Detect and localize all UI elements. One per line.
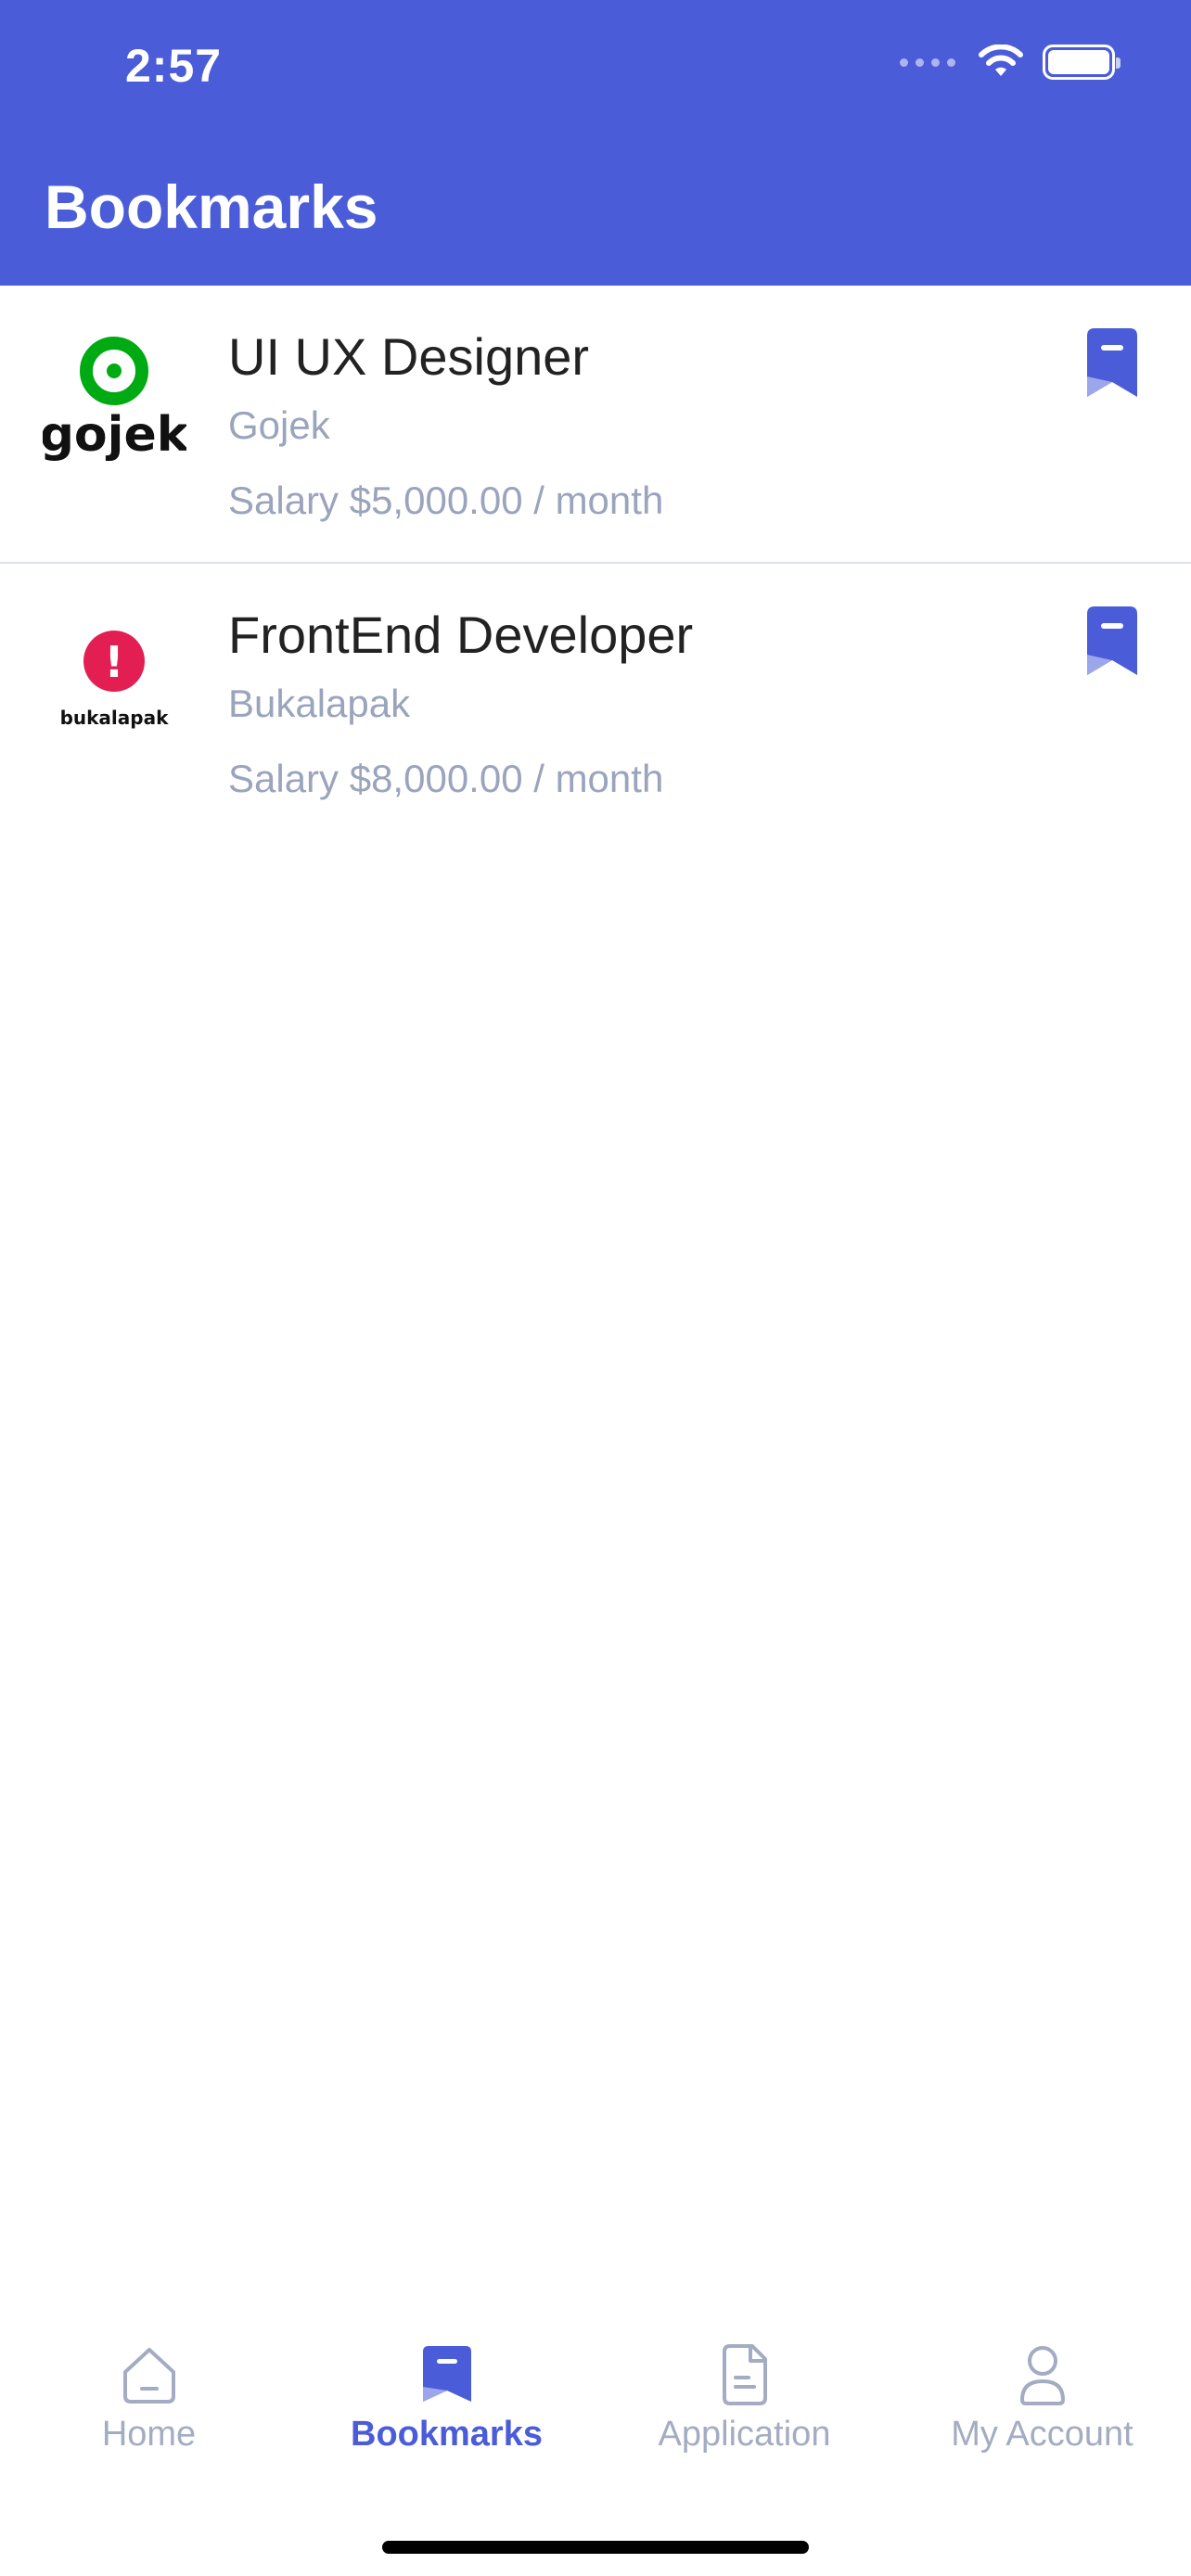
cellular-signal-icon (900, 57, 955, 67)
tab-home[interactable]: Home (1, 2318, 298, 2504)
list-item[interactable]: ! bukalapak FrontEnd Developer Bukalapak… (0, 564, 1191, 842)
svg-text:bukalapak: bukalapak (60, 707, 170, 729)
bookmark-icon (422, 2346, 471, 2402)
battery-icon (1043, 45, 1121, 80)
bottom-tab-bar: Home Bookmarks Application My Account (0, 2318, 1191, 2504)
job-title: UI UX Designer (228, 327, 590, 386)
home-icon (122, 2348, 175, 2404)
job-title: FrontEnd Developer (228, 606, 694, 664)
salary-text: Salary $8,000.00 / month (228, 757, 664, 800)
status-time: 2:57 (125, 40, 223, 92)
wifi-icon (979, 45, 1023, 76)
bukalapak-logo: ! bukalapak (60, 631, 170, 729)
bookmark-list: gojek UI UX Designer Gojek Salary $5,000… (0, 286, 1191, 842)
app-header: 2:57 Bookmarks (0, 0, 1191, 286)
page-title: Bookmarks (45, 172, 378, 241)
salary-text: Salary $5,000.00 / month (228, 478, 664, 522)
svg-text:!: ! (105, 637, 124, 687)
user-icon (1019, 2346, 1065, 2405)
tab-my-account[interactable]: My Account (894, 2318, 1191, 2504)
svg-text:gojek: gojek (43, 407, 186, 463)
home-indicator[interactable] (382, 2541, 809, 2554)
tab-label: Application (658, 2415, 831, 2454)
company-name: Gojek (228, 403, 330, 447)
tab-label: Bookmarks (351, 2415, 543, 2454)
tab-label: My Account (951, 2415, 1133, 2454)
tab-label: Home (101, 2415, 197, 2454)
tab-bookmarks[interactable]: Bookmarks (299, 2318, 596, 2504)
bookmark-remove-button[interactable] (1083, 606, 1141, 677)
document-icon (722, 2344, 767, 2405)
bookmark-remove-button[interactable] (1083, 328, 1141, 399)
list-item[interactable]: gojek UI UX Designer Gojek Salary $5,000… (0, 286, 1191, 564)
tab-application[interactable]: Application (596, 2318, 893, 2504)
status-icons (900, 45, 1121, 80)
company-name: Bukalapak (228, 682, 411, 725)
gojek-logo: gojek (43, 337, 186, 463)
